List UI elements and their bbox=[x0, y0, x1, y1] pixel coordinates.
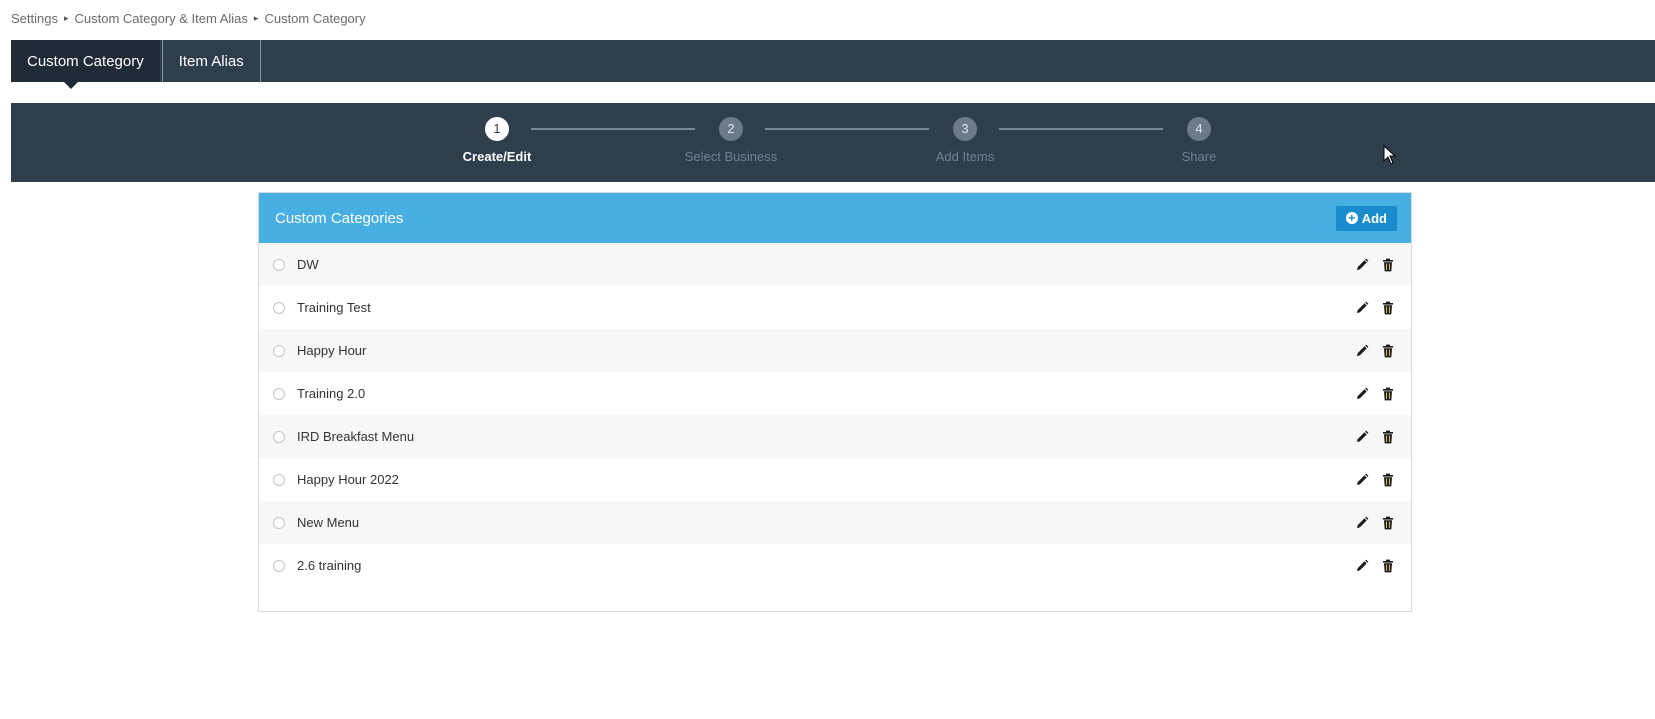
tab-label: Item Alias bbox=[178, 52, 244, 70]
list-item: Happy Hour 2022 bbox=[259, 458, 1411, 501]
row-actions bbox=[1355, 430, 1395, 444]
pencil-icon[interactable] bbox=[1355, 430, 1369, 444]
list-item: IRD Breakfast Menu bbox=[259, 415, 1411, 458]
step-number: 2 bbox=[719, 117, 743, 141]
breadcrumb-settings[interactable]: Settings bbox=[11, 11, 58, 26]
step-label: Share bbox=[1181, 149, 1217, 164]
step-select-business[interactable]: 2 Select Business bbox=[671, 117, 791, 164]
add-button[interactable]: + Add bbox=[1335, 205, 1397, 231]
trash-icon[interactable] bbox=[1381, 344, 1395, 358]
pencil-icon[interactable] bbox=[1355, 344, 1369, 358]
row-actions bbox=[1355, 559, 1395, 573]
tab-bar: Custom Category Item Alias bbox=[11, 40, 1655, 89]
list-item: New Menu bbox=[259, 501, 1411, 544]
step-label: Select Business bbox=[684, 149, 778, 164]
row-actions bbox=[1355, 344, 1395, 358]
radio-button[interactable] bbox=[273, 301, 285, 314]
list-item: 2.6 training bbox=[259, 544, 1411, 587]
radio-button[interactable] bbox=[273, 430, 285, 443]
row-actions bbox=[1355, 387, 1395, 401]
panel-title: Custom Categories bbox=[275, 209, 404, 227]
category-name: Happy Hour 2022 bbox=[297, 472, 399, 487]
pencil-icon[interactable] bbox=[1355, 258, 1369, 272]
breadcrumb-custom-category-item-alias[interactable]: Custom Category & Item Alias bbox=[75, 11, 248, 26]
trash-icon[interactable] bbox=[1381, 559, 1395, 573]
trash-icon[interactable] bbox=[1381, 473, 1395, 487]
pencil-icon[interactable] bbox=[1355, 387, 1369, 401]
row-actions bbox=[1355, 258, 1395, 272]
radio-button[interactable] bbox=[273, 344, 285, 357]
tab-custom-category[interactable]: Custom Category bbox=[11, 40, 160, 89]
add-button-label: Add bbox=[1361, 210, 1387, 226]
category-name: Training Test bbox=[297, 300, 371, 315]
list-item: Training 2.0 bbox=[259, 372, 1411, 415]
category-name: Training 2.0 bbox=[297, 386, 366, 401]
radio-button[interactable] bbox=[273, 559, 285, 572]
radio-button[interactable] bbox=[273, 387, 285, 400]
trash-icon[interactable] bbox=[1381, 301, 1395, 315]
row-actions bbox=[1355, 516, 1395, 530]
panel-header: Custom Categories + Add bbox=[259, 193, 1411, 243]
row-actions bbox=[1355, 473, 1395, 487]
category-name: Happy Hour bbox=[297, 343, 367, 358]
pencil-icon[interactable] bbox=[1355, 301, 1369, 315]
tab-label: Custom Category bbox=[27, 52, 144, 70]
breadcrumb-current: Custom Category bbox=[264, 11, 366, 26]
mouse-cursor-icon bbox=[1383, 145, 1397, 165]
pencil-icon[interactable] bbox=[1355, 473, 1369, 487]
step-label: Create/Edit bbox=[462, 149, 532, 164]
trash-icon[interactable] bbox=[1381, 387, 1395, 401]
category-name: IRD Breakfast Menu bbox=[297, 429, 415, 444]
trash-icon[interactable] bbox=[1381, 258, 1395, 272]
radio-button[interactable] bbox=[273, 516, 285, 529]
category-name: 2.6 training bbox=[297, 558, 362, 573]
breadcrumb-separator-icon: ▸ bbox=[63, 13, 69, 23]
row-actions bbox=[1355, 301, 1395, 315]
step-create-edit[interactable]: 1 Create/Edit bbox=[437, 117, 557, 164]
custom-categories-panel: Custom Categories + Add DW Training Test bbox=[258, 192, 1412, 612]
trash-icon[interactable] bbox=[1381, 430, 1395, 444]
breadcrumb-separator-icon: ▸ bbox=[253, 13, 259, 23]
radio-button[interactable] bbox=[273, 473, 285, 486]
list-item: Happy Hour bbox=[259, 329, 1411, 372]
list-item: DW bbox=[259, 243, 1411, 286]
list-item: Training Test bbox=[259, 286, 1411, 329]
step-number: 1 bbox=[485, 117, 509, 141]
breadcrumb: Settings ▸ Custom Category & Item Alias … bbox=[11, 11, 366, 26]
step-number: 3 bbox=[953, 117, 977, 141]
tab-item-alias[interactable]: Item Alias bbox=[161, 40, 261, 82]
step-add-items[interactable]: 3 Add Items bbox=[905, 117, 1025, 164]
category-list: DW Training Test Happy Hour Training 2.0… bbox=[259, 243, 1411, 587]
wizard-stepper: 1 Create/Edit 2 Select Business 3 Add It… bbox=[11, 103, 1655, 182]
category-name: New Menu bbox=[297, 515, 360, 530]
step-label: Add Items bbox=[935, 149, 995, 164]
radio-button[interactable] bbox=[273, 258, 285, 271]
plus-circle-icon: + bbox=[1345, 212, 1358, 224]
pencil-icon[interactable] bbox=[1355, 516, 1369, 530]
pencil-icon[interactable] bbox=[1355, 559, 1369, 573]
trash-icon[interactable] bbox=[1381, 516, 1395, 530]
step-share[interactable]: 4 Share bbox=[1139, 117, 1259, 164]
step-number: 4 bbox=[1187, 117, 1211, 141]
category-name: DW bbox=[297, 257, 319, 272]
